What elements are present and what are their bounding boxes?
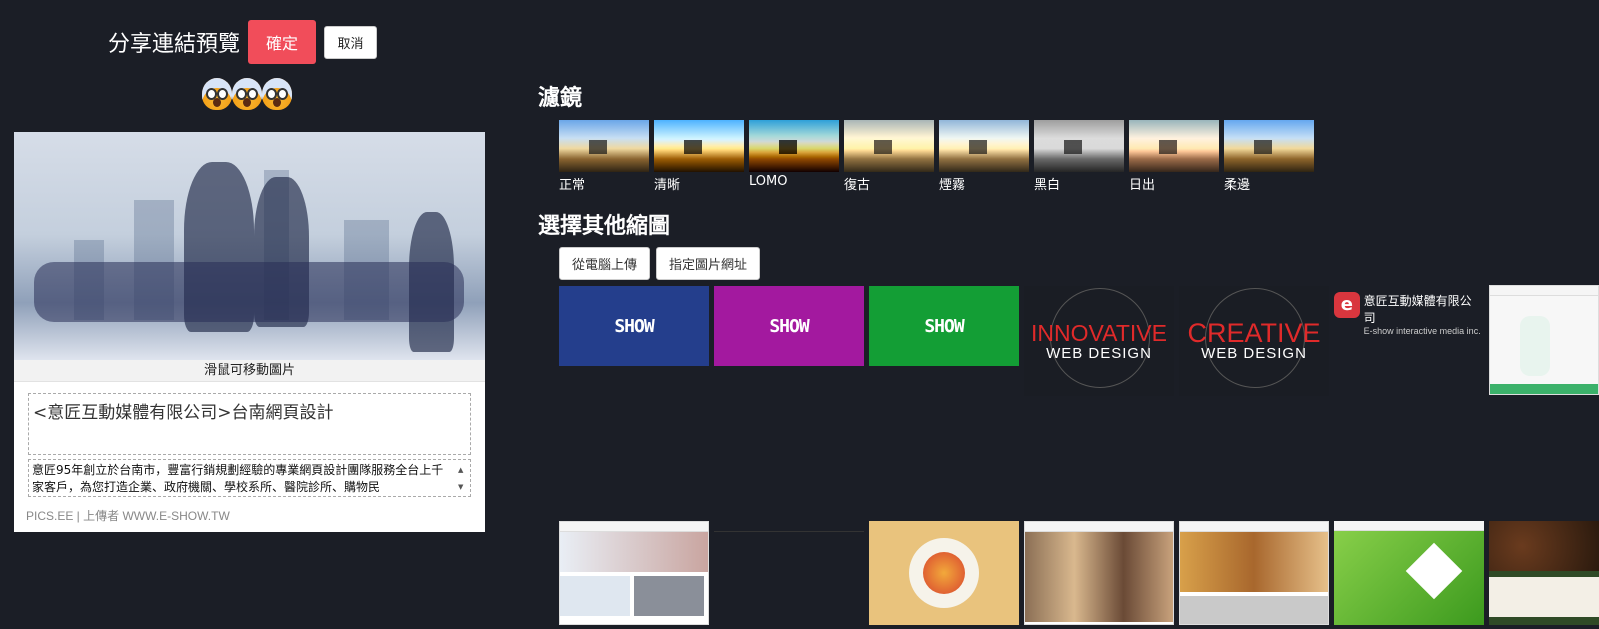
coffee-photo: [1489, 521, 1599, 571]
site-block: [560, 576, 630, 616]
thumbnail-dark[interactable]: [714, 521, 864, 625]
creative-text: CREATIVE: [1187, 317, 1321, 348]
scream-emoji-icon: [232, 78, 262, 110]
filter-item-haze[interactable]: 煙霧: [939, 120, 1034, 193]
logo-company-name: 意匠互動媒體有限公司: [1363, 294, 1472, 325]
show-text: SHOW: [614, 315, 654, 337]
scream-emoji-icon: [202, 78, 232, 110]
thumbnail-show-green[interactable]: SHOW: [869, 286, 1019, 366]
filter-item-normal[interactable]: 正常: [559, 120, 654, 193]
thumbnail-website-school[interactable]: [559, 521, 709, 625]
filter-thumbnail[interactable]: [1129, 120, 1219, 172]
filters-title: 濾鏡: [538, 85, 583, 111]
filter-item-vintage[interactable]: 復古: [844, 120, 939, 193]
description-input[interactable]: 意匠95年創立於台南市，豐富行銷規劃經驗的專業網頁設計團隊服務全台上千家客戶，為…: [28, 459, 471, 497]
filter-label: 清晰: [654, 178, 681, 193]
crowd-silhouette: [34, 262, 464, 322]
thumbnail-website-green[interactable]: [1334, 521, 1484, 625]
description-text: 意匠95年創立於台南市，豐富行銷規劃經驗的專業網頁設計團隊服務全台上千家客戶，為…: [32, 463, 444, 494]
thumbnail-website[interactable]: [1489, 285, 1599, 395]
filter-label: 日出: [1129, 178, 1156, 193]
filter-thumbnail[interactable]: [1034, 120, 1124, 172]
thin-divider: [714, 531, 864, 532]
thumbnail-website-coffee[interactable]: [1489, 521, 1599, 625]
page-title: 分享連結預覽: [108, 32, 241, 57]
filter-item-grayscale[interactable]: 黑白: [1034, 120, 1129, 193]
scroll-down-icon[interactable]: ▼: [458, 479, 468, 496]
emoji-row: [202, 78, 292, 110]
confirm-button[interactable]: 確定: [248, 20, 317, 64]
company-logo-icon: e: [1334, 292, 1360, 318]
filter-thumbnail[interactable]: [939, 120, 1029, 172]
link-preview-card: 滑鼠可移動圖片 <意匠互動媒體有限公司>台南網頁設計 意匠95年創立於台南市，豐…: [14, 132, 485, 532]
filter-item-soft-edge[interactable]: 柔邊: [1224, 120, 1319, 193]
title-input[interactable]: <意匠互動媒體有限公司>台南網頁設計: [28, 393, 471, 455]
product-shape: [1520, 316, 1550, 376]
description-scrollbar[interactable]: ▲ ▼: [458, 462, 468, 494]
site-footer-bar: [1490, 384, 1598, 394]
filter-thumbnail[interactable]: [749, 120, 839, 172]
web-design-text: WEB DESIGN: [1046, 344, 1152, 362]
show-text: SHOW: [769, 315, 809, 337]
thumbnail-show-blue[interactable]: SHOW: [559, 286, 709, 366]
site-bar: [1025, 522, 1173, 532]
site-block: [634, 576, 704, 616]
filter-thumbnail[interactable]: [654, 120, 744, 172]
filter-label: 正常: [559, 178, 586, 193]
site-bar: [1334, 521, 1484, 531]
shop-photo: [1180, 532, 1328, 592]
show-text: SHOW: [924, 315, 964, 337]
filter-label: LOMO: [749, 174, 788, 189]
filter-thumbnail[interactable]: [1224, 120, 1314, 172]
cancel-button[interactable]: 取消: [324, 25, 378, 59]
header: 分享連結預覽 確定 取消: [108, 20, 378, 64]
thumbnail-innovative[interactable]: INNOVATIVE WEB DESIGN: [1024, 286, 1174, 396]
filter-label: 復古: [844, 178, 871, 193]
logo-company-sub: E-show interactive media inc.: [1363, 326, 1481, 336]
filter-label: 黑白: [1034, 178, 1061, 193]
site-block: [1180, 596, 1328, 624]
food-shape: [923, 552, 965, 594]
thumbnail-show-magenta[interactable]: SHOW: [714, 286, 864, 366]
site-bar: [1490, 286, 1598, 296]
filter-item-lomo[interactable]: LOMO: [749, 120, 844, 193]
upload-buttons: 從電腦上傳 指定圖片網址: [559, 247, 766, 280]
filter-label: 柔邊: [1224, 178, 1251, 193]
filter-label: 煙霧: [939, 178, 966, 193]
plate-shape: [909, 538, 979, 608]
upload-from-computer-button[interactable]: 從電腦上傳: [559, 247, 651, 280]
site-banner: [560, 532, 708, 572]
drag-hint: 滑鼠可移動圖片: [14, 360, 485, 382]
thumbnail-website-shop[interactable]: [1179, 521, 1329, 625]
diamond-shape: [1405, 542, 1463, 600]
web-design-text: WEB DESIGN: [1201, 344, 1307, 362]
site-block: [1489, 577, 1599, 617]
preview-footer: PICS.EE | 上傳者 WWW.E-SHOW.TW: [26, 509, 230, 523]
filter-thumbnail[interactable]: [844, 120, 934, 172]
people-photo: [1025, 532, 1173, 622]
thumbnail-food[interactable]: [869, 521, 1019, 625]
scroll-up-icon[interactable]: ▲: [458, 462, 468, 479]
preview-image[interactable]: [14, 132, 485, 360]
thumbnail-creative[interactable]: CREATIVE WEB DESIGN: [1179, 286, 1329, 396]
scream-emoji-icon: [262, 78, 292, 110]
thumbnail-logo[interactable]: e 意匠互動媒體有限公司 E-show interactive media in…: [1334, 286, 1482, 366]
logo-text: 意匠互動媒體有限公司 E-show interactive media inc.: [1364, 292, 1482, 336]
image-url-button[interactable]: 指定圖片網址: [656, 247, 761, 280]
thumbnail-website-people[interactable]: [1024, 521, 1174, 625]
filter-thumbnail[interactable]: [559, 120, 649, 172]
site-bar: [560, 522, 708, 532]
filter-item-sunrise[interactable]: 日出: [1129, 120, 1224, 193]
innovative-text: INNOVATIVE: [1031, 319, 1167, 346]
filter-list: 正常 清晰 LOMO 復古 煙霧 黑白 日出 柔邊: [559, 120, 1319, 193]
site-bar: [1180, 522, 1328, 532]
thumbnails-title: 選擇其他縮圖: [538, 213, 671, 239]
filter-item-sharpen[interactable]: 清晰: [654, 120, 749, 193]
